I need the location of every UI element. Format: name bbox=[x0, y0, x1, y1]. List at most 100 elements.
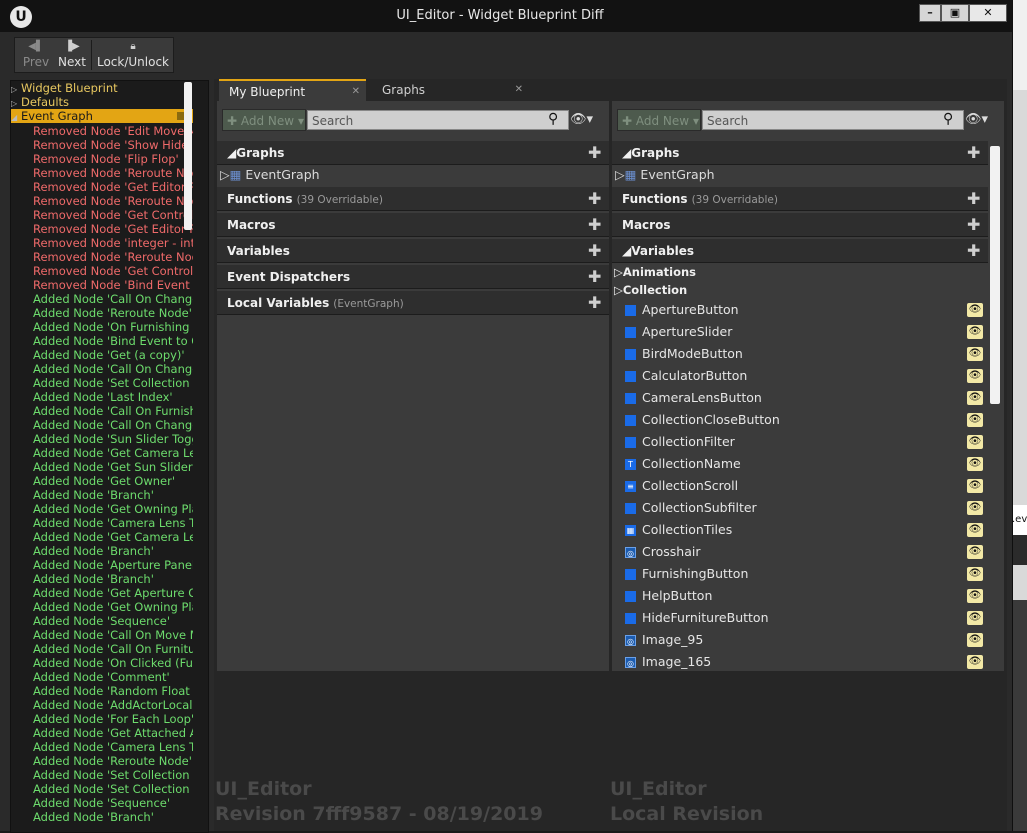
search-icon[interactable]: ⚲ bbox=[548, 111, 558, 127]
section-graphs[interactable]: ◢Graphs bbox=[612, 141, 988, 165]
tree-scrollbar[interactable] bbox=[184, 82, 192, 230]
diff-tree-item[interactable]: Added Node 'Get Attached Ac bbox=[33, 726, 193, 740]
visibility-eye-icon[interactable]: 👁︎ bbox=[967, 413, 983, 427]
diff-tree-item[interactable]: Added Node 'Get Owning Play bbox=[33, 600, 193, 614]
visibility-eye-icon[interactable]: 👁︎ bbox=[967, 391, 983, 405]
diff-tree-item[interactable]: Added Node 'Sequence' bbox=[33, 614, 193, 628]
diff-tree-item[interactable]: Added Node 'Get Camera Len bbox=[33, 446, 193, 460]
add-function-plus-icon[interactable]: ✚ bbox=[588, 187, 601, 211]
visibility-eye-icon[interactable]: 👁︎ bbox=[967, 369, 983, 383]
visibility-eye-icon[interactable]: 👁︎ bbox=[967, 457, 983, 471]
variable-item[interactable]: CollectionSubfilter bbox=[625, 497, 757, 519]
view-options-eye-icon[interactable]: 👁︎▾ bbox=[570, 110, 593, 130]
tree-header-item[interactable]: ▷ Defaults bbox=[11, 95, 193, 109]
section-variables[interactable]: ◢Variables bbox=[612, 239, 988, 263]
diff-tree-item[interactable]: Added Node 'AddActorLocalO bbox=[33, 698, 193, 712]
event-graph-item[interactable]: ▷▦ EventGraph bbox=[615, 165, 715, 185]
minimize-button[interactable]: – bbox=[919, 4, 941, 22]
variable-item[interactable]: T CollectionName bbox=[625, 453, 741, 475]
view-options-eye-icon[interactable]: 👁︎▾ bbox=[965, 110, 988, 130]
diff-tree-item[interactable]: Added Node 'Reroute Node' bbox=[33, 306, 193, 320]
diff-tree-item[interactable]: Added Node 'Get Camera Len bbox=[33, 530, 193, 544]
tab-close-icon[interactable]: ✕ bbox=[515, 79, 523, 101]
section-event-dispatchers[interactable]: Event Dispatchers bbox=[217, 265, 609, 289]
diff-tree-item[interactable]: Added Node 'Last Index' bbox=[33, 390, 193, 404]
variable-item[interactable]: ▦ CollectionTiles bbox=[625, 519, 732, 541]
visibility-eye-icon[interactable]: 👁︎ bbox=[967, 567, 983, 581]
visibility-eye-icon[interactable]: 👁︎ bbox=[967, 347, 983, 361]
visibility-eye-icon[interactable]: 👁︎ bbox=[967, 501, 983, 515]
add-new-button[interactable]: ✚ Add New ▾ bbox=[222, 109, 306, 131]
diff-tree-item[interactable]: Added Node 'Set Collection St bbox=[33, 768, 193, 782]
add-graph-plus-icon[interactable]: ✚ bbox=[967, 141, 980, 165]
variable-item[interactable]: ◎ Image_95 bbox=[625, 629, 703, 651]
variable-item[interactable]: CollectionCloseButton bbox=[625, 409, 780, 431]
visibility-eye-icon[interactable]: 👁︎ bbox=[967, 303, 983, 317]
variable-item[interactable]: ◎ Image_165 bbox=[625, 651, 711, 673]
diff-tree-item[interactable]: Removed Node 'Get Controlle bbox=[33, 208, 193, 222]
diff-tree-item[interactable]: Added Node 'Reroute Node' bbox=[33, 754, 193, 768]
variable-item[interactable]: CollectionFilter bbox=[625, 431, 735, 453]
variable-item[interactable]: HelpButton bbox=[625, 585, 712, 607]
diff-tree-item[interactable]: Added Node 'Set Collection St bbox=[33, 782, 193, 796]
variable-item[interactable]: ApertureButton bbox=[625, 299, 739, 321]
prev-button[interactable]: ◀▌ Prev bbox=[19, 38, 53, 72]
tree-header-item[interactable]: ▷ Widget Blueprint bbox=[11, 81, 193, 95]
add-function-plus-icon[interactable]: ✚ bbox=[967, 187, 980, 211]
diff-tree-item[interactable]: Added Node 'Call On Furnitur bbox=[33, 642, 193, 656]
diff-tree-item[interactable]: Removed Node 'Get Editor PC bbox=[33, 180, 193, 194]
tab-my-blueprint[interactable]: My Blueprint ✕ bbox=[219, 79, 366, 101]
tab-graphs[interactable]: Graphs ✕ bbox=[372, 79, 529, 101]
variable-item[interactable]: CalculatorButton bbox=[625, 365, 747, 387]
next-button[interactable]: ▐▶ Next bbox=[55, 38, 89, 72]
diff-tree-item[interactable]: Added Node 'Call On Change bbox=[33, 418, 193, 432]
variable-item[interactable]: ◎ Crosshair bbox=[625, 541, 700, 563]
diff-tree-item[interactable]: Added Node 'On Clicked (Furr bbox=[33, 656, 193, 670]
search-input[interactable]: Search bbox=[307, 110, 569, 130]
visibility-eye-icon[interactable]: 👁︎ bbox=[967, 523, 983, 537]
tab-close-icon[interactable]: ✕ bbox=[352, 81, 360, 103]
add-graph-plus-icon[interactable]: ✚ bbox=[588, 141, 601, 165]
section-graphs[interactable]: ◢Graphs bbox=[217, 141, 609, 165]
add-local-variable-plus-icon[interactable]: ✚ bbox=[588, 291, 601, 315]
variables-scrollbar[interactable] bbox=[990, 146, 1000, 404]
add-macro-plus-icon[interactable]: ✚ bbox=[967, 213, 980, 237]
variable-item[interactable]: FurnishingButton bbox=[625, 563, 748, 585]
diff-tree-item[interactable]: Added Node 'For Each Loop' bbox=[33, 712, 193, 726]
section-functions[interactable]: Functions (39 Overridable) bbox=[217, 187, 609, 211]
variable-item[interactable]: CameraLensButton bbox=[625, 387, 762, 409]
diff-tree-item[interactable]: Added Node 'Random Float in bbox=[33, 684, 193, 698]
visibility-eye-icon[interactable]: 👁︎ bbox=[967, 655, 983, 669]
diff-tree-item[interactable]: Added Node 'Branch' bbox=[33, 544, 193, 558]
visibility-eye-icon[interactable]: 👁︎ bbox=[967, 545, 983, 559]
diff-tree-item[interactable]: Added Node 'Get Sun Slider O bbox=[33, 460, 193, 474]
diff-tree-item[interactable]: Added Node 'Get Owner' bbox=[33, 474, 193, 488]
search-input[interactable]: Search bbox=[702, 110, 964, 130]
diff-tree-item[interactable]: Added Node 'Comment' bbox=[33, 670, 193, 684]
diff-tree-item[interactable]: Removed Node 'Flip Flop' bbox=[33, 152, 193, 166]
diff-tree-item[interactable]: Added Node 'Get Aperture Ope bbox=[33, 586, 193, 600]
diff-tree[interactable]: ▷ Widget Blueprint ▷ Defaults ◢ Event Graph Re… bbox=[10, 80, 209, 833]
add-new-button[interactable]: ✚ Add New ▾ bbox=[617, 109, 701, 131]
visibility-eye-icon[interactable]: 👁︎ bbox=[967, 633, 983, 647]
diff-tree-item[interactable]: Removed Node 'Bind Event to bbox=[33, 278, 193, 292]
maximize-button[interactable]: ▣ bbox=[941, 4, 969, 22]
search-icon[interactable]: ⚲ bbox=[943, 111, 953, 127]
diff-tree-item[interactable]: Added Node 'On Furnishing T bbox=[33, 320, 193, 334]
visibility-eye-icon[interactable]: 👁︎ bbox=[967, 611, 983, 625]
diff-tree-item[interactable]: Added Node 'Camera Lens To bbox=[33, 516, 193, 530]
visibility-eye-icon[interactable]: 👁︎ bbox=[967, 589, 983, 603]
diff-tree-item[interactable]: Added Node 'Branch' bbox=[33, 488, 193, 502]
section-functions[interactable]: Functions (39 Overridable) bbox=[612, 187, 988, 211]
diff-tree-item[interactable]: Removed Node 'Reroute Node bbox=[33, 166, 193, 180]
var-group-collection[interactable]: ▷Collection bbox=[614, 281, 687, 299]
diff-tree-item[interactable]: Added Node 'Get Owning Play bbox=[33, 502, 193, 516]
variable-item[interactable]: BirdModeButton bbox=[625, 343, 743, 365]
diff-tree-item[interactable]: Added Node 'Branch' bbox=[33, 572, 193, 586]
diff-tree-item[interactable]: Added Node 'Branch' bbox=[33, 810, 193, 824]
diff-tree-item[interactable]: Added Node 'Aperture Panel T bbox=[33, 558, 193, 572]
close-button[interactable]: ✕ bbox=[969, 4, 1007, 22]
add-macro-plus-icon[interactable]: ✚ bbox=[588, 213, 601, 237]
diff-tree-item[interactable]: Removed Node 'Edit Move Mo bbox=[33, 124, 193, 138]
add-dispatcher-plus-icon[interactable]: ✚ bbox=[588, 265, 601, 289]
